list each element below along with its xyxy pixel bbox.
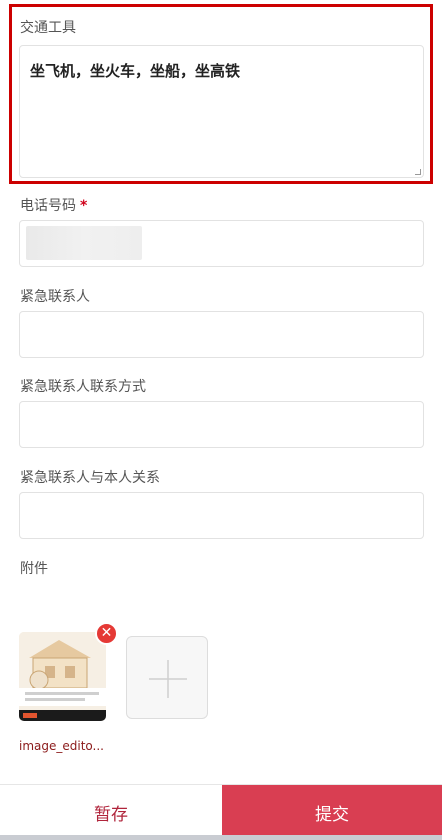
- emergency-contact-method-input[interactable]: [19, 401, 424, 448]
- save-draft-button[interactable]: 暂存: [0, 785, 222, 840]
- emergency-relation-input[interactable]: [19, 492, 424, 539]
- phone-label: 电话号码 *: [20, 198, 88, 214]
- footer-bar: 暂存 提交: [0, 784, 442, 840]
- transport-textarea[interactable]: 坐飞机，坐火车，坐船，坐高铁: [19, 45, 424, 178]
- resize-handle-icon[interactable]: [415, 169, 421, 175]
- transport-label: 交通工具: [20, 20, 76, 36]
- attachment-file-name[interactable]: image_edito...: [19, 739, 104, 753]
- emergency-contact-input[interactable]: [19, 311, 424, 358]
- form-page: 交通工具 坐飞机，坐火车，坐船，坐高铁 电话号码 * 紧急联系人 紧急联系人联系方…: [0, 0, 442, 840]
- emergency-contact-label: 紧急联系人: [20, 289, 90, 305]
- transport-value: 坐飞机，坐火车，坐船，坐高铁: [30, 62, 241, 80]
- image-thumbnail-icon: [19, 632, 106, 721]
- plus-icon: [149, 660, 187, 698]
- bottom-divider: [0, 835, 442, 840]
- required-mark: *: [80, 198, 88, 214]
- emergency-relation-label: 紧急联系人与本人关系: [20, 470, 160, 486]
- submit-button[interactable]: 提交: [222, 785, 442, 840]
- add-attachment-button[interactable]: [126, 636, 208, 719]
- emergency-contact-method-label: 紧急联系人联系方式: [20, 379, 146, 395]
- remove-attachment-icon[interactable]: ✕: [95, 622, 118, 645]
- phone-redacted-value: [26, 226, 142, 260]
- attachment-thumbnail[interactable]: [19, 632, 106, 721]
- attachments-label: 附件: [20, 561, 48, 577]
